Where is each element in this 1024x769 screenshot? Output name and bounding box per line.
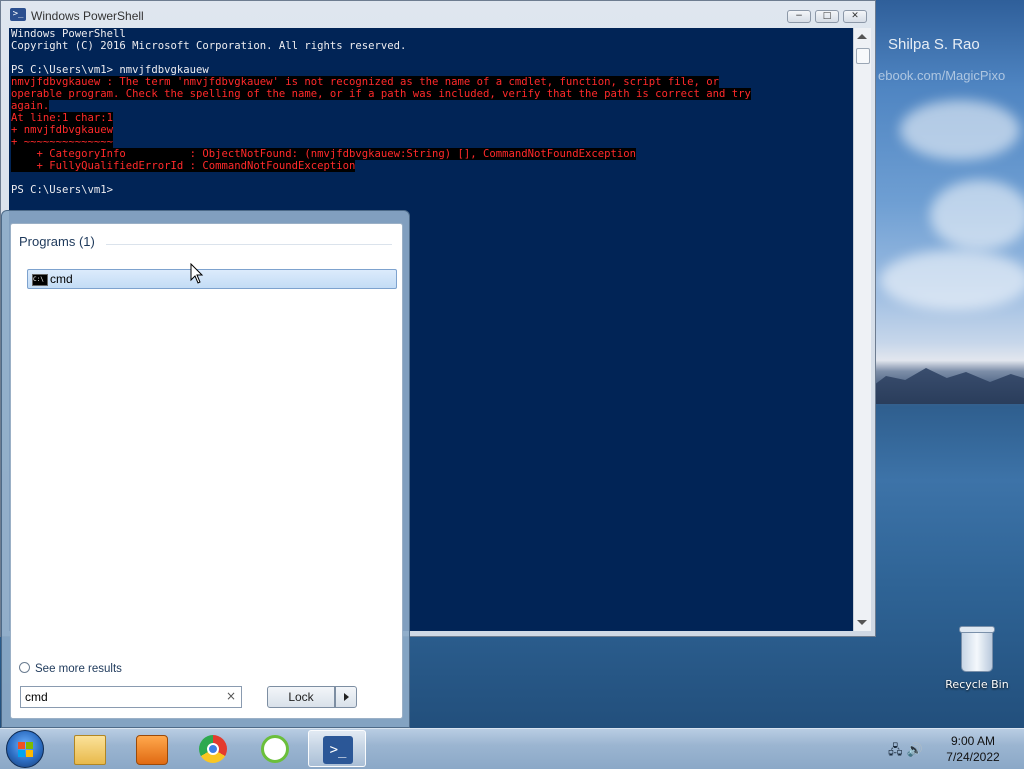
console-line: PS C:\Users\vm1> nmvjfdbvgkauew xyxy=(11,64,209,76)
error-text: At line:1 char:1 xyxy=(11,112,114,124)
close-button[interactable]: ✕ xyxy=(843,10,867,23)
console-error-line: + nmvjfdbvgkauew xyxy=(9,124,853,136)
error-text: + nmvjfdbvgkauew xyxy=(11,124,114,136)
taskbar-explorer[interactable] xyxy=(60,730,118,767)
mountains xyxy=(870,368,1024,404)
console-error-line: operable program. Check the spelling of … xyxy=(9,88,853,100)
cloud xyxy=(880,250,1024,310)
see-more-label: See more results xyxy=(35,663,122,675)
clock-time: 9:00 AM xyxy=(950,734,996,748)
network-icon[interactable]: 🖧 xyxy=(888,743,903,758)
start-menu: Programs (1) C:\ cmd See more results xyxy=(1,210,410,728)
taskbar-greenshot[interactable] xyxy=(246,730,304,767)
powershell-taskbar-icon: >_ xyxy=(323,736,353,764)
search-results-pane: Programs (1) C:\ cmd See more results xyxy=(10,223,403,719)
maximize-button[interactable]: □ xyxy=(815,10,839,23)
result-item-cmd[interactable]: C:\ cmd xyxy=(27,269,397,289)
recycle-bin-shortcut[interactable]: Recycle Bin xyxy=(944,626,1010,691)
taskbar-media-player[interactable] xyxy=(122,730,180,767)
console-error-line: + ~~~~~~~~~~~~~~ xyxy=(9,136,853,148)
error-text: + CategoryInfo : ObjectNotFound: (nmvjfd… xyxy=(11,148,637,160)
start-button[interactable] xyxy=(6,730,44,768)
recycle-bin-icon xyxy=(959,626,995,672)
cloud xyxy=(900,100,1020,160)
chrome-icon xyxy=(199,735,227,763)
console-line: PS C:\Users\vm1> xyxy=(11,184,114,196)
console-error-line: + FullyQualifiedErrorId : CommandNotFoun… xyxy=(9,160,853,172)
system-tray: 🖧 🔊 xyxy=(888,741,923,763)
powershell-icon: >_ xyxy=(10,8,26,21)
console-error-line: again. xyxy=(9,100,853,112)
clock-date: 7/24/2022 xyxy=(946,750,1000,764)
scroll-thumb[interactable] xyxy=(856,48,870,64)
programs-header: Programs (1) xyxy=(19,234,95,249)
lock-button[interactable]: Lock xyxy=(267,686,335,708)
watermark-name: Shilpa S. Rao xyxy=(888,36,980,53)
power-options-arrow-button[interactable] xyxy=(335,686,357,708)
see-more-results-link[interactable]: See more results xyxy=(19,661,122,675)
title-bar[interactable]: >_ Windows PowerShell − □ ✕ xyxy=(1,1,875,28)
console-error-line: nmvjfdbvgkauew : The term 'nmvjfdbvgkaue… xyxy=(9,76,853,88)
error-text: + FullyQualifiedErrorId : CommandNotFoun… xyxy=(11,160,356,172)
clock[interactable]: 9:00 AM 7/24/2022 xyxy=(930,733,1016,765)
header-divider xyxy=(106,244,392,245)
window-title: Windows PowerShell xyxy=(31,9,144,23)
watermark-url: ebook.com/MagicPixo xyxy=(878,68,1006,83)
media-player-icon xyxy=(136,735,168,765)
magnifier-icon xyxy=(19,662,30,673)
scroll-down-arrow-icon[interactable] xyxy=(857,620,867,625)
console-line: Windows PowerShell xyxy=(11,28,126,40)
taskbar-powershell[interactable]: >_ xyxy=(308,730,366,767)
taskbar-chrome[interactable] xyxy=(184,730,242,767)
console-line: Copyright (C) 2016 Microsoft Corporation… xyxy=(11,40,407,52)
search-input[interactable] xyxy=(25,689,215,705)
recycle-bin-label: Recycle Bin xyxy=(945,678,1009,691)
greenshot-icon xyxy=(261,735,289,763)
console-error-line: At line:1 char:1 xyxy=(9,112,853,124)
cmd-icon: C:\ xyxy=(32,274,48,286)
start-search-field[interactable]: × xyxy=(20,686,242,708)
scroll-up-arrow-icon[interactable] xyxy=(857,34,867,39)
error-text: again. xyxy=(11,100,50,112)
error-text: nmvjfdbvgkauew : The term 'nmvjfdbvgkaue… xyxy=(11,76,719,88)
windows-logo-icon xyxy=(18,742,34,758)
volume-icon[interactable]: 🔊 xyxy=(907,743,923,758)
taskbar: >_ 🖧 🔊 9:00 AM 7/24/2022 xyxy=(0,728,1024,769)
error-text: operable program. Check the spelling of … xyxy=(11,88,751,100)
folder-icon xyxy=(74,735,106,765)
error-text: + ~~~~~~~~~~~~~~ xyxy=(11,136,114,148)
result-item-label: cmd xyxy=(50,272,73,286)
cloud xyxy=(930,180,1024,250)
console-error-line: + CategoryInfo : ObjectNotFound: (nmvjfd… xyxy=(9,148,853,160)
vertical-scrollbar[interactable] xyxy=(853,28,871,631)
clear-search-icon[interactable]: × xyxy=(226,689,236,703)
minimize-button[interactable]: − xyxy=(787,10,811,23)
